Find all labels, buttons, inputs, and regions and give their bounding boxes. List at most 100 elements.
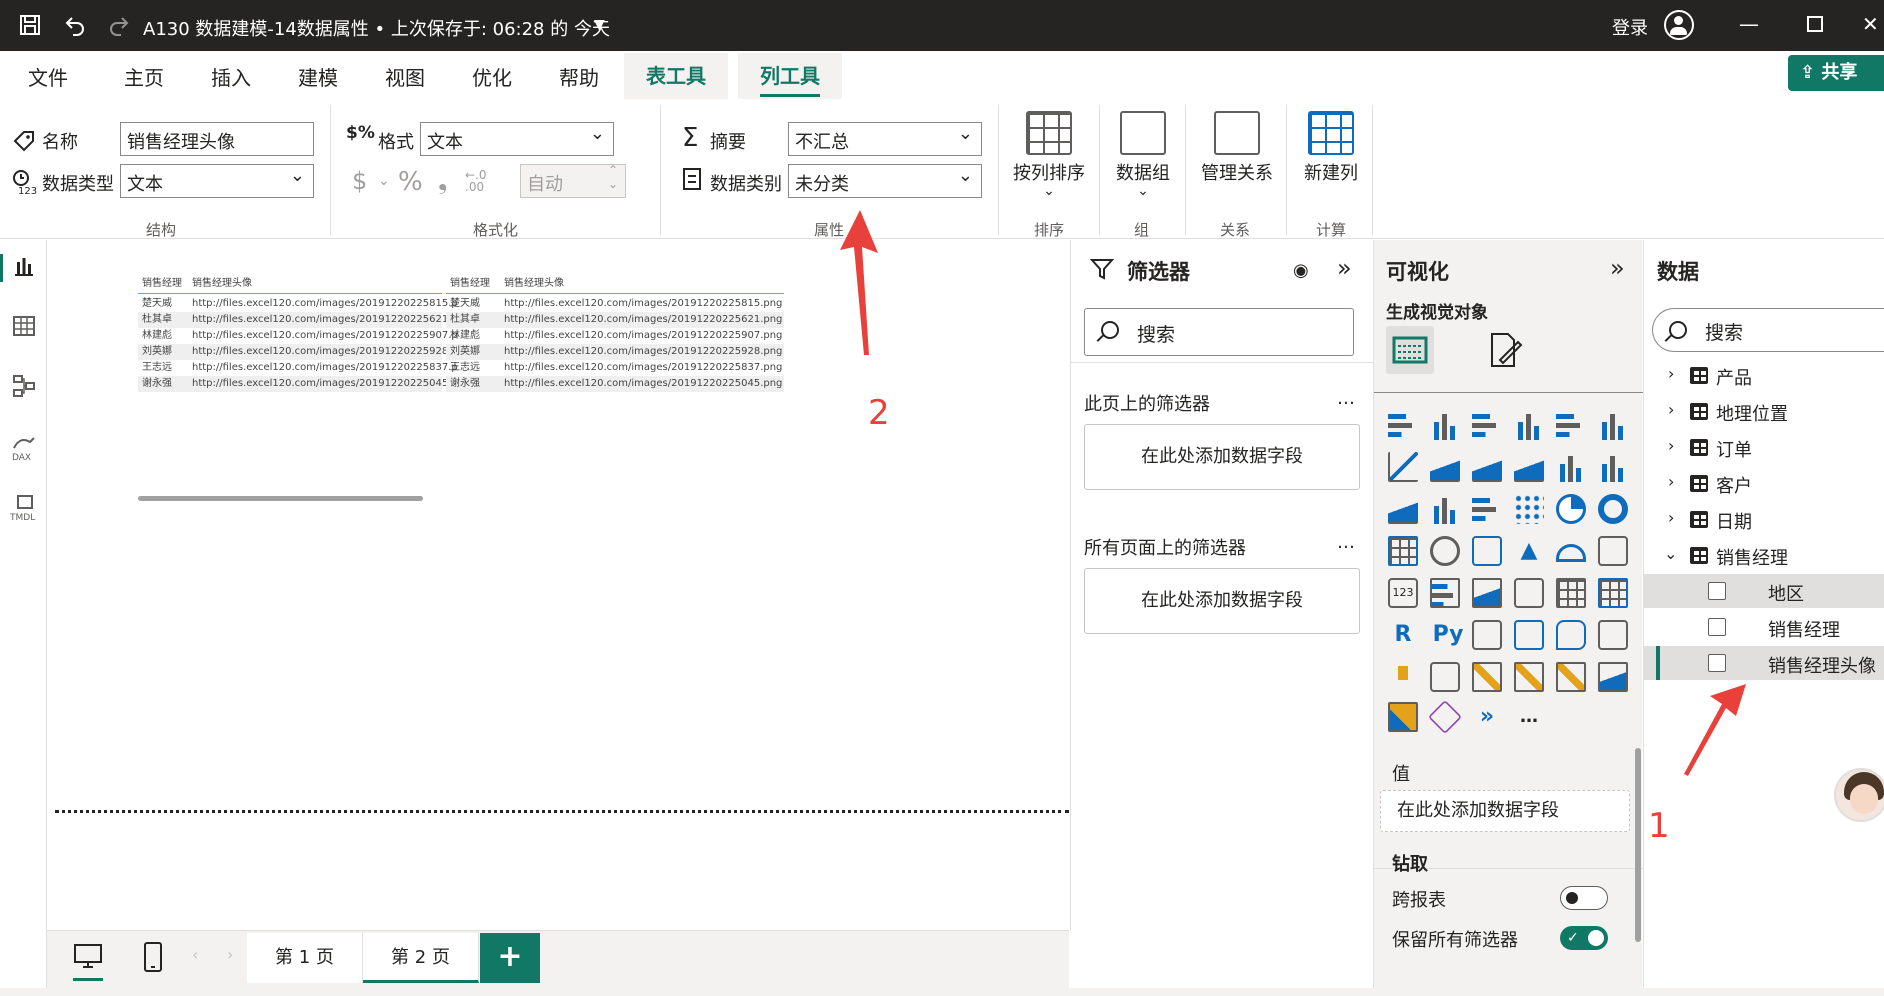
donut-chart-icon[interactable] [1598,494,1628,524]
table-view-icon[interactable] [10,314,38,342]
this-page-filter-well[interactable]: 在此处添加数据字段 [1084,424,1360,490]
tab-file[interactable]: 文件 [28,62,68,91]
save-icon[interactable] [15,10,45,40]
table-icon[interactable] [1556,578,1586,608]
stacked-bar-chart-icon[interactable] [1388,410,1418,440]
field-checkbox[interactable] [1708,654,1726,672]
account-icon[interactable] [1664,10,1694,40]
100-stacked-bar-chart-icon[interactable] [1556,410,1586,440]
page-tab-2[interactable]: 第 2 页 [363,933,479,983]
kpi-icon[interactable] [1472,578,1502,608]
pie-chart-icon[interactable] [1556,494,1586,524]
report-view-icon[interactable] [0,254,38,282]
more-visuals-icon[interactable]: … [1514,702,1544,732]
smart-narrative-icon[interactable] [1598,620,1628,650]
arcgis-map-icon[interactable] [1388,702,1418,732]
manage-relationships-button[interactable]: 管理关系 [1194,111,1280,185]
visualizations-scrollbar[interactable] [1635,748,1641,942]
goals-icon[interactable] [1388,662,1418,692]
mobile-layout-icon[interactable] [143,941,163,978]
more-options-icon[interactable]: … [1337,532,1355,553]
model-view-icon[interactable] [10,374,38,402]
redo-icon[interactable] [104,10,134,40]
summary-select[interactable]: 不汇总 [788,122,982,156]
decimal-icon[interactable]: ←.0.00 [465,169,487,193]
card-icon[interactable]: 123 [1388,578,1418,608]
percent-icon[interactable]: % [398,167,423,197]
funnel-chart-icon[interactable] [1472,494,1502,524]
treemap-icon[interactable] [1388,536,1418,566]
currency-icon[interactable]: $ [352,167,367,195]
power-apps-visual-icon[interactable] [1428,700,1462,734]
tab-home[interactable]: 主页 [124,62,164,91]
tab-optimize[interactable]: 优化 [472,62,512,91]
cross-report-toggle[interactable] [1560,886,1608,910]
share-button[interactable]: ⇪ 共享 [1788,55,1884,91]
python-visual-icon[interactable]: Py [1430,620,1466,650]
format-select[interactable]: 文本 [420,122,614,156]
qna-icon[interactable] [1556,620,1586,650]
image-visual-icon[interactable] [1598,662,1628,692]
clustered-bar-chart-icon[interactable] [1472,410,1502,440]
minimize-button[interactable]: — [1734,12,1764,38]
decomposition-tree-icon[interactable] [1514,620,1544,650]
field-checkbox[interactable] [1708,582,1726,600]
page-tab-1[interactable]: 第 1 页 [247,933,363,983]
format-visual-tab[interactable] [1484,330,1524,375]
tab-help[interactable]: 帮助 [559,62,599,91]
comma-icon[interactable]: ❟ [438,167,447,195]
custom-visual-icon[interactable] [1556,662,1586,692]
tab-view[interactable]: 视图 [385,62,425,91]
undo-icon[interactable] [60,10,90,40]
power-automate-icon[interactable] [1514,662,1544,692]
datatype-select[interactable]: 文本 [120,164,314,198]
eye-icon[interactable]: ◉ [1293,260,1309,281]
field-item-sales-manager-avatar[interactable]: 销售经理头像 [1644,646,1884,680]
desktop-layout-icon[interactable] [73,941,103,981]
table-item-sales-managers[interactable]: ⌄ 销售经理 [1644,538,1884,572]
line-chart-icon[interactable] [1388,452,1418,482]
values-field-well[interactable]: 在此处添加数据字段 [1380,790,1630,832]
tab-column-tools[interactable]: 列工具 [738,53,842,99]
datacategory-select[interactable]: 未分类 [788,164,982,198]
area-chart-icon[interactable] [1430,452,1460,482]
filled-map-icon[interactable] [1472,536,1502,566]
collapse-icon[interactable]: » [1610,254,1625,282]
paginated-report-icon[interactable] [1430,662,1460,692]
field-item-region[interactable]: 地区 [1644,574,1884,608]
tab-table-tools[interactable]: 表工具 [624,53,728,99]
close-button[interactable]: ✕ [1862,12,1884,38]
data-search-input[interactable]: 搜索 [1652,308,1884,352]
filters-search-input[interactable]: 搜索 [1084,308,1354,356]
tab-insert[interactable]: 插入 [211,62,251,91]
tmdl-view-icon[interactable]: TMDL [9,494,38,523]
gauge-icon[interactable] [1556,544,1586,562]
maximize-button[interactable] [1800,12,1830,38]
100-stacked-area-chart-icon[interactable] [1514,452,1544,482]
azure-map-icon[interactable]: ▲ [1514,536,1544,566]
power-apps-icon[interactable] [1472,662,1502,692]
100-stacked-column-chart-icon[interactable] [1598,410,1628,440]
stacked-column-chart-icon[interactable] [1430,410,1460,440]
add-page-button[interactable]: + [480,933,540,983]
field-item-sales-manager[interactable]: 销售经理 [1644,610,1884,644]
copilot-avatar[interactable] [1834,768,1884,822]
clustered-column-chart-icon[interactable] [1514,410,1544,440]
scatter-chart-icon[interactable] [1514,494,1544,524]
slicer-icon[interactable] [1514,578,1544,608]
dax-query-view-icon[interactable]: DAX [10,434,38,463]
table-item-dates[interactable]: › 日期 [1644,502,1884,536]
tab-modeling[interactable]: 建模 [298,62,338,91]
signin-link[interactable]: 登录 [1612,14,1648,40]
field-checkbox[interactable] [1708,618,1726,636]
name-input[interactable]: 销售经理头像 [120,122,314,156]
card-new-icon[interactable] [1598,536,1628,566]
title-dropdown-icon[interactable]: ▼ [594,17,605,33]
key-influencers-icon[interactable] [1472,620,1502,650]
prev-page-icon[interactable]: ‹ [192,945,198,964]
multi-row-card-icon[interactable] [1430,578,1460,608]
waterfall-chart-icon[interactable] [1430,494,1460,524]
line-and-clustered-column-chart-icon[interactable] [1598,452,1628,482]
flow-visual-icon[interactable]: » [1472,702,1502,732]
table-item-orders[interactable]: › 订单 [1644,430,1884,464]
